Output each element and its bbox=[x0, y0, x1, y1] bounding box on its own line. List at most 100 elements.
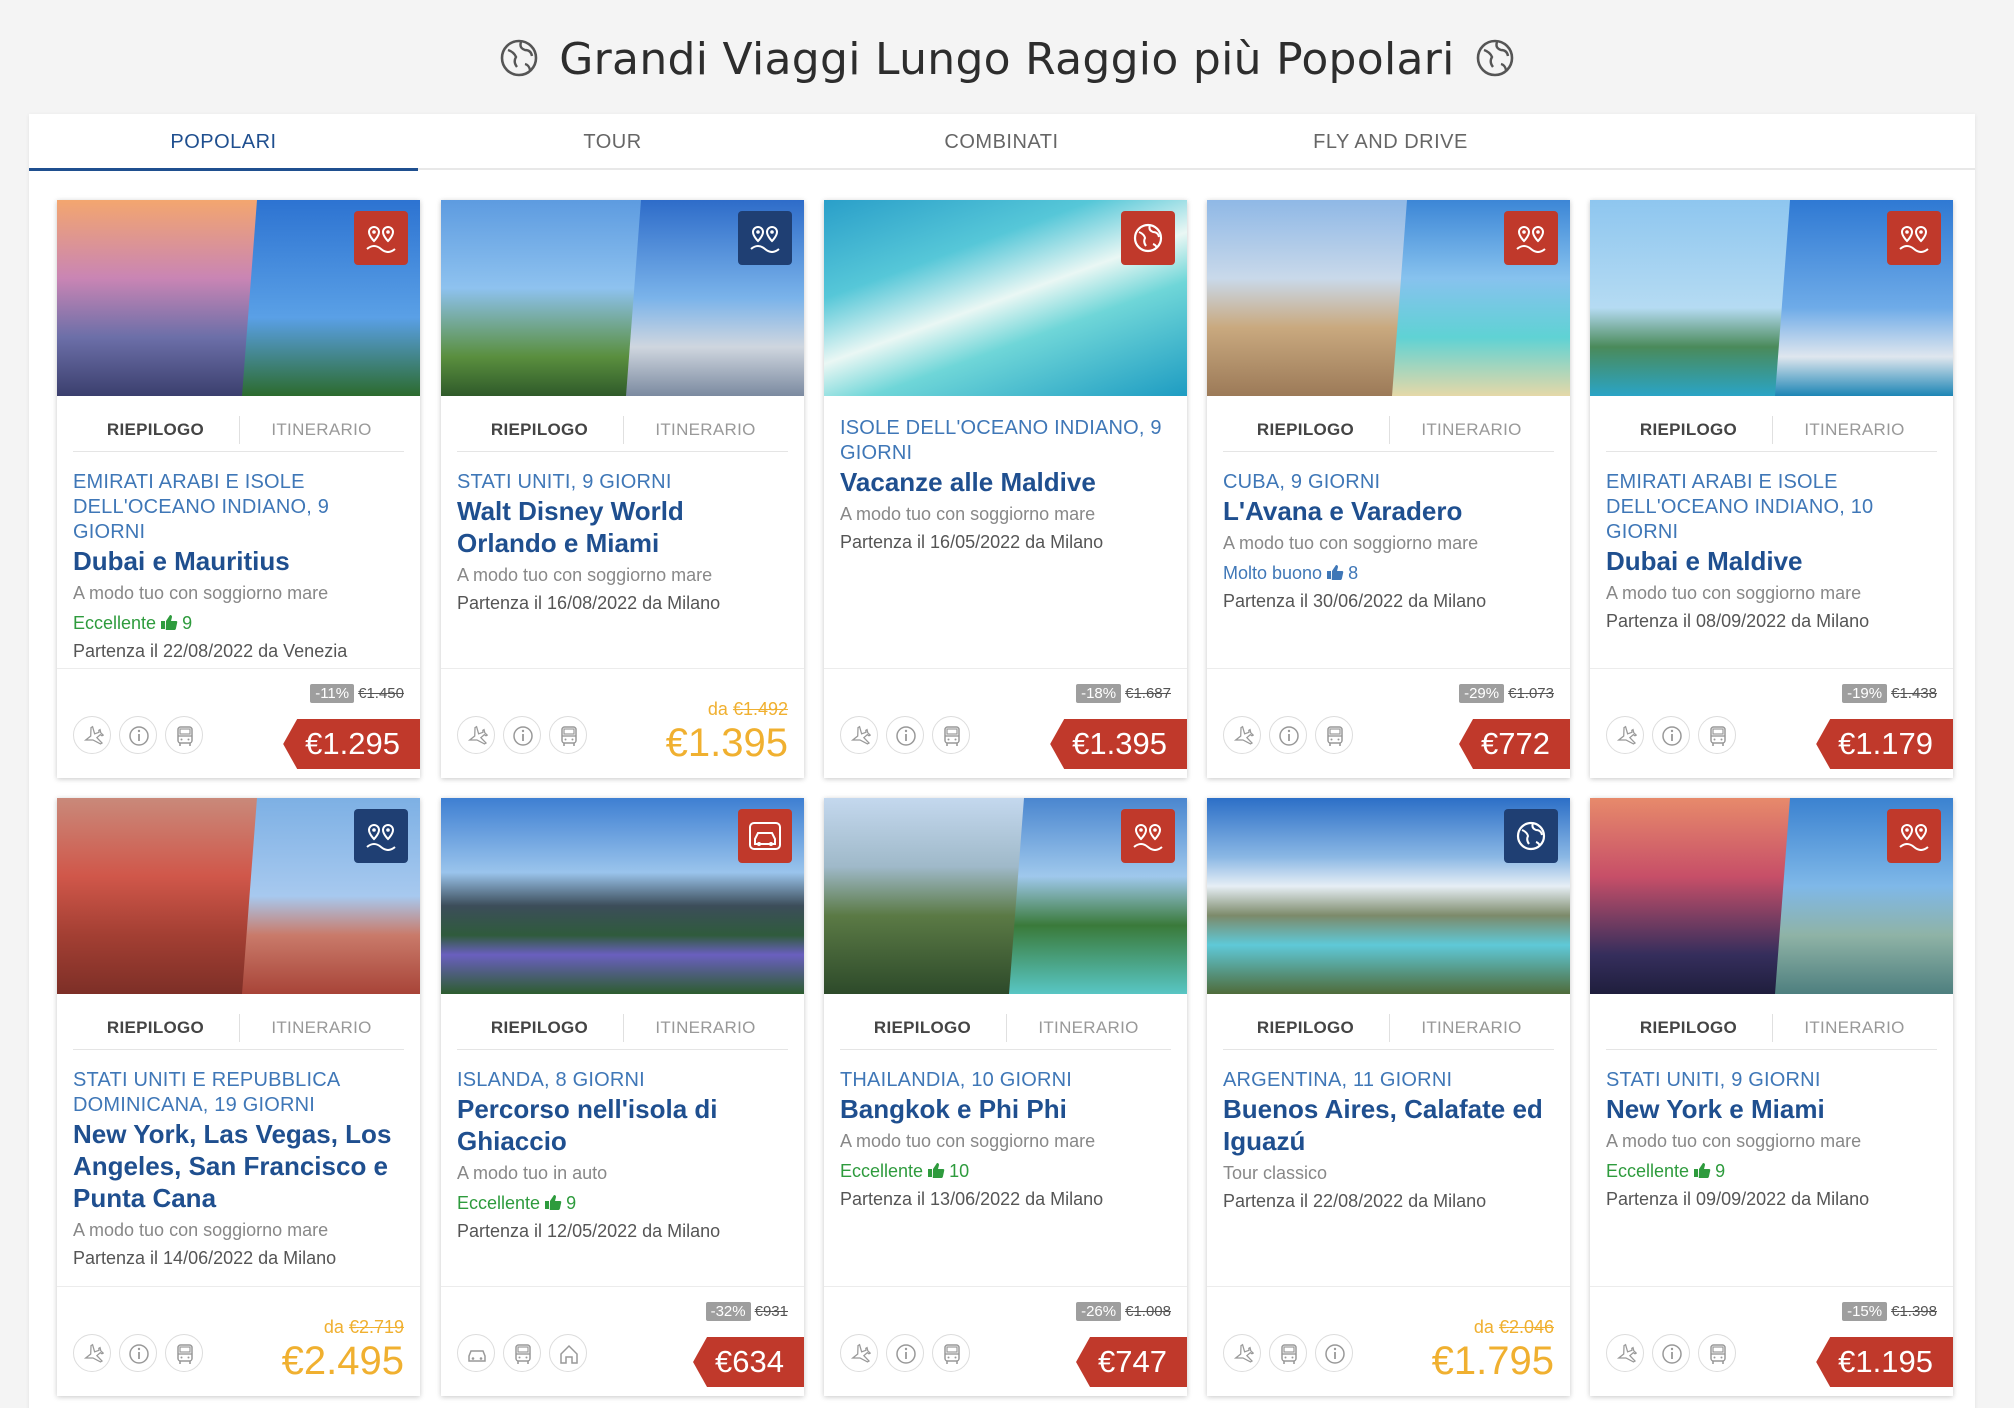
offer-image[interactable] bbox=[1590, 798, 1953, 994]
price-label[interactable]: €1.795 bbox=[1432, 1339, 1554, 1383]
offer-image[interactable] bbox=[1590, 200, 1953, 396]
tab-itinerario[interactable]: ITINERARIO bbox=[623, 408, 788, 452]
tab-popolari[interactable]: POPOLARI bbox=[29, 114, 418, 171]
offer-image[interactable] bbox=[1207, 200, 1570, 396]
tab-riepilogo[interactable]: RIEPILOGO bbox=[457, 1006, 622, 1050]
info-icon[interactable] bbox=[886, 716, 924, 754]
tab-riepilogo[interactable]: RIEPILOGO bbox=[1606, 408, 1771, 452]
offer-title[interactable]: Dubai e Maldive bbox=[1606, 545, 1937, 577]
tab-riepilogo[interactable]: RIEPILOGO bbox=[73, 408, 238, 452]
info-icon[interactable] bbox=[886, 1334, 924, 1372]
bus-icon[interactable] bbox=[1269, 1334, 1307, 1372]
plane-icon[interactable] bbox=[840, 1334, 878, 1372]
plane-icon[interactable] bbox=[1606, 716, 1644, 754]
plane-icon[interactable] bbox=[840, 716, 878, 754]
info-icon[interactable] bbox=[1652, 716, 1690, 754]
tab-itinerario[interactable]: ITINERARIO bbox=[1772, 408, 1937, 452]
rating: Eccellente 9 bbox=[1606, 1159, 1937, 1183]
tab-riepilogo[interactable]: RIEPILOGO bbox=[840, 1006, 1005, 1050]
bus-icon[interactable] bbox=[1698, 1334, 1736, 1372]
offer-image[interactable] bbox=[57, 200, 420, 396]
offer-image[interactable] bbox=[441, 798, 804, 994]
plane-icon[interactable] bbox=[1223, 716, 1261, 754]
info-icon[interactable] bbox=[503, 716, 541, 754]
offer-image[interactable] bbox=[57, 798, 420, 994]
tab-riepilogo[interactable]: RIEPILOGO bbox=[1223, 1006, 1388, 1050]
offer-card[interactable]: ISOLE DELL'OCEANO INDIANO, 9 GIORNI Vacan… bbox=[824, 200, 1187, 778]
car-icon[interactable] bbox=[457, 1334, 495, 1372]
offer-title[interactable]: New York e Miami bbox=[1606, 1093, 1937, 1125]
tab-riepilogo[interactable]: RIEPILOGO bbox=[1606, 1006, 1771, 1050]
price-label[interactable]: €2.495 bbox=[282, 1339, 404, 1383]
info-icon[interactable] bbox=[1269, 716, 1307, 754]
price-tag[interactable]: €747 bbox=[1076, 1337, 1187, 1387]
tab-fly-and-drive[interactable]: FLY AND DRIVE bbox=[1196, 114, 1585, 170]
tab-itinerario[interactable]: ITINERARIO bbox=[1389, 408, 1554, 452]
bus-icon[interactable] bbox=[165, 716, 203, 754]
bus-icon[interactable] bbox=[1698, 716, 1736, 754]
plane-icon[interactable] bbox=[73, 1334, 111, 1372]
offer-title[interactable]: New York, Las Vegas, Los Angeles, San Fr… bbox=[73, 1118, 404, 1214]
offer-title[interactable]: Vacanze alle Maldive bbox=[840, 466, 1171, 498]
price-tag[interactable]: €634 bbox=[693, 1337, 804, 1387]
discount-badge: -11% bbox=[310, 684, 355, 703]
offer-card[interactable]: RIEPILOGO ITINERARIO STATI UNITI, 9 GIORNI… bbox=[441, 200, 804, 778]
offer-card[interactable]: RIEPILOGO ITINERARIO EMIRATI ARABI E ISOLE… bbox=[1590, 200, 1953, 778]
bus-icon[interactable] bbox=[165, 1334, 203, 1372]
plane-icon[interactable] bbox=[73, 716, 111, 754]
offer-title[interactable]: Walt Disney World Orlando e Miami bbox=[457, 495, 788, 559]
bus-icon[interactable] bbox=[549, 716, 587, 754]
bus-icon[interactable] bbox=[1315, 716, 1353, 754]
price-tag[interactable]: €1.195 bbox=[1816, 1337, 1953, 1387]
offer-image[interactable] bbox=[824, 798, 1187, 994]
offer-card[interactable]: RIEPILOGO ITINERARIO ISLANDA, 8 GIORNI Perc… bbox=[441, 798, 804, 1396]
tab-itinerario[interactable]: ITINERARIO bbox=[1006, 1006, 1171, 1050]
tab-riepilogo[interactable]: RIEPILOGO bbox=[1223, 408, 1388, 452]
price-tag[interactable]: €772 bbox=[1459, 719, 1570, 769]
bus-icon[interactable] bbox=[932, 1334, 970, 1372]
info-icon[interactable] bbox=[119, 1334, 157, 1372]
offer-title[interactable]: Bangkok e Phi Phi bbox=[840, 1093, 1171, 1125]
tab-itinerario[interactable]: ITINERARIO bbox=[1389, 1006, 1554, 1050]
price-tag[interactable]: €1.295 bbox=[283, 719, 420, 769]
offer-footer: -19% €1.438 €1.179 bbox=[1590, 668, 1953, 778]
offer-card[interactable]: RIEPILOGO ITINERARIO STATI UNITI, 9 GIORNI… bbox=[1590, 798, 1953, 1396]
offer-card[interactable]: RIEPILOGO ITINERARIO EMIRATI ARABI E ISOLE… bbox=[57, 200, 420, 778]
plane-icon[interactable] bbox=[1606, 1334, 1644, 1372]
tab-itinerario[interactable]: ITINERARIO bbox=[623, 1006, 788, 1050]
offer-card[interactable]: RIEPILOGO ITINERARIO STATI UNITI E REPUBBL… bbox=[57, 798, 420, 1396]
offer-title[interactable]: L'Avana e Varadero bbox=[1223, 495, 1554, 527]
bus-icon[interactable] bbox=[932, 716, 970, 754]
offer-image[interactable] bbox=[824, 200, 1187, 396]
tab-itinerario[interactable]: ITINERARIO bbox=[239, 408, 404, 452]
plane-icon[interactable] bbox=[1223, 1334, 1261, 1372]
tab-riepilogo[interactable]: RIEPILOGO bbox=[73, 1006, 238, 1050]
tab-combinati[interactable]: COMBINATI bbox=[807, 114, 1196, 170]
house-icon[interactable] bbox=[549, 1334, 587, 1372]
offer-card[interactable]: RIEPILOGO ITINERARIO ARGENTINA, 11 GIORNI B… bbox=[1207, 798, 1570, 1396]
tab-itinerario[interactable]: ITINERARIO bbox=[1772, 1006, 1937, 1050]
price-label[interactable]: €1.395 bbox=[666, 721, 788, 765]
rating-label: Eccellente bbox=[840, 1161, 924, 1181]
offer-title[interactable]: Buenos Aires, Calafate ed Iguazú bbox=[1223, 1093, 1554, 1157]
offer-mode: A modo tuo con soggiorno mare bbox=[73, 1220, 329, 1240]
offer-card[interactable]: RIEPILOGO ITINERARIO THAILANDIA, 10 GIORNI… bbox=[824, 798, 1187, 1396]
plane-icon[interactable] bbox=[457, 716, 495, 754]
price-tag[interactable]: €1.395 bbox=[1050, 719, 1187, 769]
offer-title[interactable]: Dubai e Mauritius bbox=[73, 545, 404, 577]
tab-riepilogo[interactable]: RIEPILOGO bbox=[457, 408, 622, 452]
offer-details: EMIRATI ARABI E ISOLE DELL'OCEANO INDIAN… bbox=[73, 470, 404, 663]
offer-image[interactable] bbox=[1207, 798, 1570, 994]
tab-itinerario[interactable]: ITINERARIO bbox=[239, 1006, 404, 1050]
rating-value: 9 bbox=[566, 1193, 577, 1213]
offer-footer: -29% €1.073 €772 bbox=[1207, 668, 1570, 778]
info-icon[interactable] bbox=[1315, 1334, 1353, 1372]
offer-title[interactable]: Percorso nell'isola di Ghiaccio bbox=[457, 1093, 788, 1157]
price-tag[interactable]: €1.179 bbox=[1816, 719, 1953, 769]
info-icon[interactable] bbox=[1652, 1334, 1690, 1372]
info-icon[interactable] bbox=[119, 716, 157, 754]
bus-icon[interactable] bbox=[503, 1334, 541, 1372]
offer-image[interactable] bbox=[441, 200, 804, 396]
offer-card[interactable]: RIEPILOGO ITINERARIO CUBA, 9 GIORNI L'Avana… bbox=[1207, 200, 1570, 778]
tab-tour[interactable]: TOUR bbox=[418, 114, 807, 170]
